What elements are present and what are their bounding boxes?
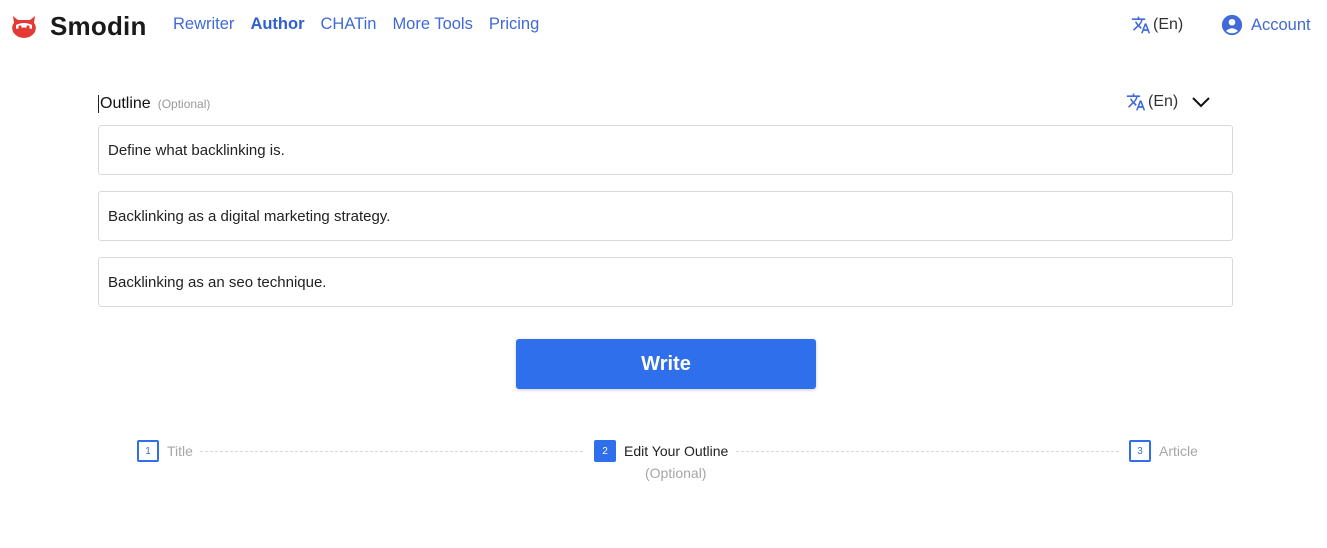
chevron-down-icon[interactable] (1190, 92, 1212, 112)
write-button[interactable]: Write (516, 339, 816, 389)
account-link[interactable]: Account (1221, 14, 1311, 36)
step-connector (736, 451, 1119, 452)
outline-language-selector[interactable]: (En) (1126, 92, 1178, 112)
outline-language-label: (En) (1148, 93, 1179, 110)
step-1-label[interactable]: Title (167, 443, 193, 459)
account-label: Account (1251, 15, 1311, 34)
brand-name: Smodin (50, 10, 147, 41)
nav-pricing[interactable]: Pricing (489, 15, 539, 34)
step-3-number: 3 (1129, 440, 1151, 462)
account-icon (1221, 14, 1243, 36)
smodin-logo[interactable]: Smodin (8, 10, 147, 42)
smodin-ninja-icon (12, 16, 36, 38)
outline-item-input[interactable] (108, 141, 1223, 159)
outline-item-field[interactable] (98, 191, 1233, 241)
nav-chatin[interactable]: CHATin (321, 15, 377, 34)
main-nav: Rewriter Author CHATin More Tools Pricin… (173, 15, 555, 34)
language-selector[interactable]: (En) (1131, 15, 1183, 35)
outline-item-field[interactable] (98, 125, 1233, 175)
nav-more-tools[interactable]: More Tools (392, 15, 472, 34)
step-connector (200, 451, 583, 452)
step-3-label[interactable]: Article (1159, 443, 1198, 459)
outline-item-input[interactable] (108, 207, 1223, 225)
step-2-number: 2 (594, 440, 616, 462)
step-1-number: 1 (137, 440, 159, 462)
step-2-label[interactable]: Edit Your Outline (624, 443, 728, 459)
translate-icon (1131, 16, 1151, 34)
outline-title: Outline (100, 95, 151, 112)
language-label: (En) (1153, 16, 1184, 33)
outline-optional-label: (Optional) (157, 97, 211, 111)
outline-item-field[interactable] (98, 257, 1233, 307)
nav-rewriter[interactable]: Rewriter (173, 15, 234, 34)
nav-author[interactable]: Author (250, 15, 304, 34)
translate-icon (1126, 93, 1146, 111)
outline-item-input[interactable] (108, 273, 1223, 291)
top-header: Smodin Rewriter Author CHATin More Tools… (0, 0, 1327, 52)
outline-heading: Outline (Optional) (98, 95, 210, 113)
step-2-optional: (Optional) (645, 465, 707, 481)
